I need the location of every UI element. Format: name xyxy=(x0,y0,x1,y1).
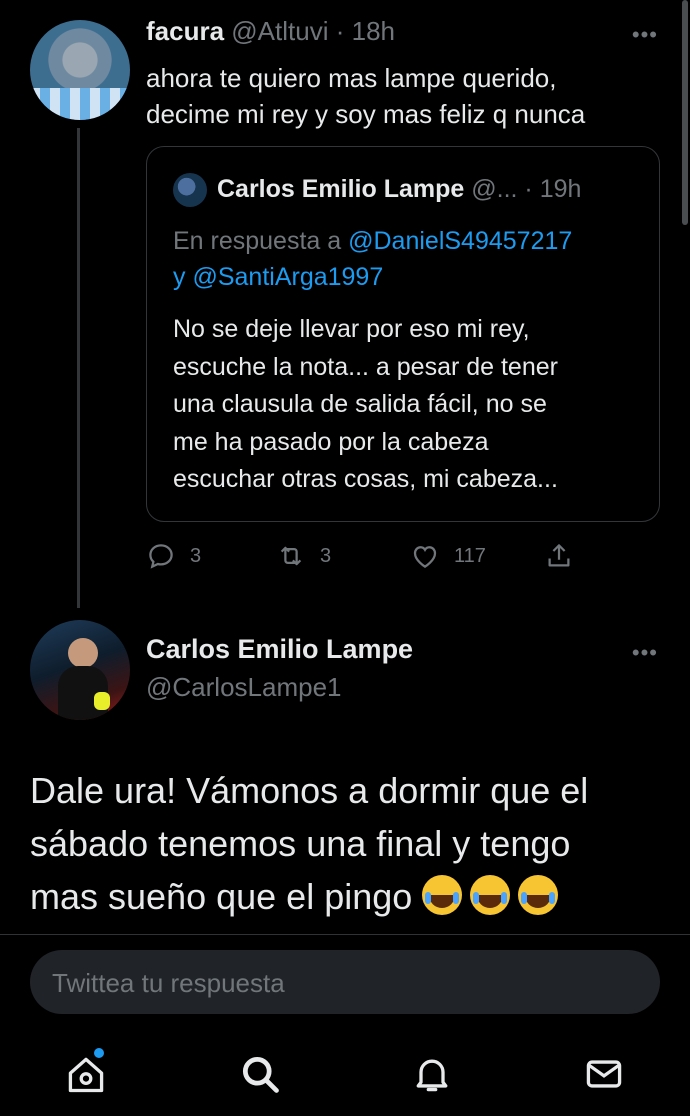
quoted-author-handle: @... xyxy=(471,175,518,203)
retweet-icon xyxy=(280,546,302,566)
reply-conjunction: y xyxy=(173,263,186,291)
more-options-icon[interactable]: ••• xyxy=(632,22,658,48)
avatar-head xyxy=(68,638,98,668)
share-icon xyxy=(548,544,570,567)
quoted-author-name: Carlos Emilio Lampe xyxy=(217,175,465,203)
reply-placeholder: Twittea tu respuesta xyxy=(52,968,285,998)
separator: · xyxy=(335,16,345,46)
tweet-text-line: Dale ura! Vámonos a dormir que el xyxy=(30,770,589,811)
scrollbar[interactable] xyxy=(682,0,688,225)
reply-input[interactable]: Twittea tu respuesta xyxy=(30,950,660,1014)
avatar[interactable] xyxy=(30,620,130,720)
like-count: 117 xyxy=(454,544,486,567)
reply-icon xyxy=(149,544,173,569)
tweet-text-line: ahora te quiero mas lampe querido, xyxy=(146,63,557,93)
quoted-text: No se deje llevar por eso mi rey, escuch… xyxy=(173,311,643,499)
avatar[interactable] xyxy=(30,20,130,120)
tweet-text: ahora te quiero mas lampe querido, decim… xyxy=(146,60,666,132)
quoted-timestamp: 19h xyxy=(539,175,582,203)
tweet-text: Dale ura! Vámonos a dormir que el sábado… xyxy=(30,764,670,923)
divider xyxy=(0,934,690,935)
heart-icon xyxy=(413,546,437,568)
messages-icon[interactable] xyxy=(582,1052,626,1096)
thread-line xyxy=(77,128,80,608)
quoted-text-line: me ha pasado por la cabeza xyxy=(173,427,489,456)
more-options-icon[interactable]: ••• xyxy=(632,640,658,666)
retweet-count: 3 xyxy=(320,544,332,567)
tears-of-joy-emoji-icon xyxy=(518,875,559,915)
quoted-avatar xyxy=(173,173,207,207)
author-name[interactable]: Carlos Emilio Lampe xyxy=(146,634,413,665)
tears-of-joy-emoji-icon xyxy=(470,875,511,915)
quoted-text-line: una clausula de salida fácil, no se xyxy=(173,390,547,418)
author-handle[interactable]: @CarlosLampe1 xyxy=(146,672,341,703)
avatar-jersey xyxy=(30,88,130,120)
tweet-text-line: sábado tenemos una final y tengo xyxy=(30,823,571,864)
reply-context: En respuesta a @DanielS49457217 y @Santi… xyxy=(173,223,643,295)
search-icon[interactable] xyxy=(238,1052,282,1096)
avatar-glove xyxy=(94,692,110,710)
home-icon[interactable] xyxy=(64,1052,108,1096)
mention-link[interactable]: @DanielS49457217 xyxy=(348,227,572,255)
mention-link[interactable]: @SantiArga1997 xyxy=(192,263,383,291)
retweet-button[interactable]: 3 xyxy=(276,536,331,576)
author-handle[interactable]: @Atltuvi xyxy=(231,16,328,46)
notifications-icon[interactable] xyxy=(410,1052,454,1096)
reply-button[interactable]: 3 xyxy=(146,536,201,576)
quoted-tweet[interactable]: Carlos Emilio Lampe @... · 19h En respue… xyxy=(146,146,660,522)
tweet-text-line: decime mi rey y soy mas feliz q nunca xyxy=(146,99,586,129)
quoted-text-line: escuche la nota... a pesar de tener xyxy=(173,352,558,381)
quoted-header: Carlos Emilio Lampe @... · 19h xyxy=(217,175,581,204)
tweet-header: facura @Atltuvi · 18h xyxy=(146,16,395,47)
separator: · xyxy=(524,175,533,203)
reply-prefix: En respuesta a xyxy=(173,227,342,255)
tweet-text-line-with-emoji: mas sueño que el pingo xyxy=(30,870,670,923)
timestamp[interactable]: 18h xyxy=(352,16,395,46)
tears-of-joy-emoji-icon xyxy=(422,875,463,915)
quoted-text-line: No se deje llevar por eso mi rey, xyxy=(173,315,530,343)
like-button[interactable]: 117 xyxy=(410,536,486,576)
reply-count: 3 xyxy=(190,544,202,567)
quoted-text-line: escuchar otras cosas, mi cabeza... xyxy=(173,465,558,493)
tweet-text-line: mas sueño que el pingo xyxy=(30,876,413,917)
share-button[interactable] xyxy=(544,536,574,576)
author-name[interactable]: facura xyxy=(146,16,224,46)
